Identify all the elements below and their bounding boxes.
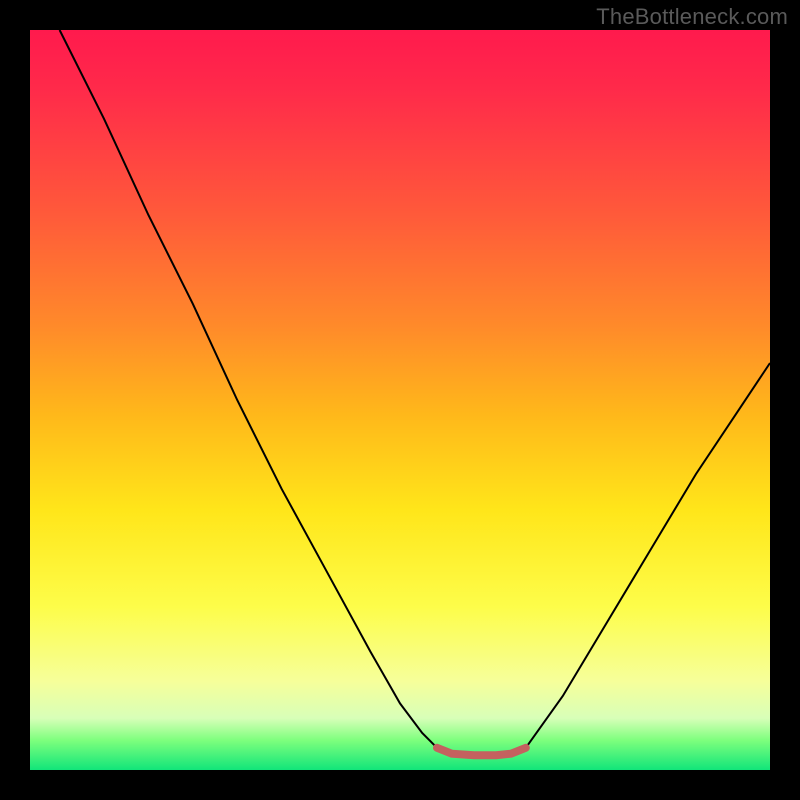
chart-frame: TheBottleneck.com (0, 0, 800, 800)
bottleneck-flat-segment (437, 748, 526, 755)
curve-layer (30, 30, 770, 770)
watermark-text: TheBottleneck.com (596, 4, 788, 30)
plot-area (30, 30, 770, 770)
bottleneck-right-curve (526, 363, 770, 748)
bottleneck-left-curve (60, 30, 437, 748)
